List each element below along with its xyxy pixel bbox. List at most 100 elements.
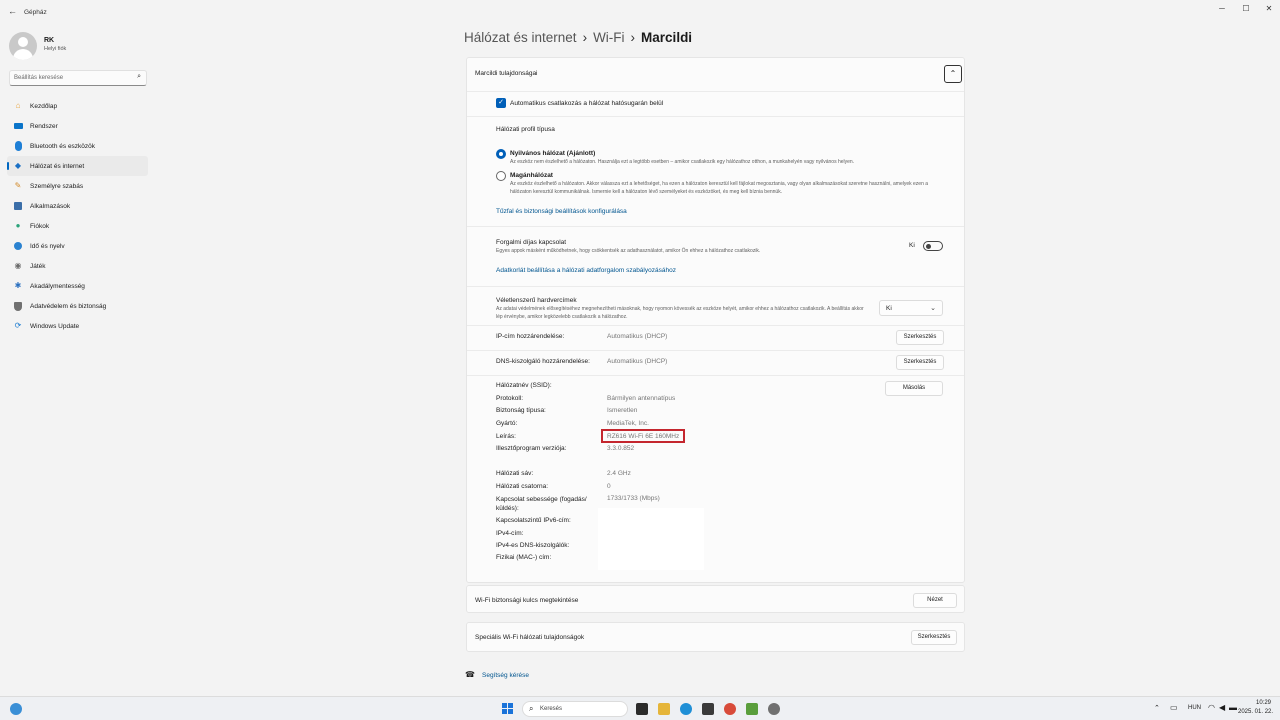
maximize-button[interactable]: ☐ (1236, 4, 1256, 13)
user-subtitle: Helyi fiók (44, 46, 67, 52)
start-icon[interactable] (502, 703, 514, 715)
wifi-icon: ◆ (14, 161, 22, 170)
store-icon[interactable] (702, 703, 714, 715)
taskbar-search[interactable]: ⌕ Keresés (522, 701, 628, 717)
sidebar-item-label: Személyre szabás (30, 183, 84, 190)
sidebar-item-label: Alkalmazások (30, 203, 71, 210)
shield-icon (13, 301, 23, 311)
back-arrow-icon[interactable]: ← (8, 6, 17, 16)
search-icon: ⌕ (137, 73, 141, 80)
copy-button[interactable]: Másolás (885, 381, 943, 396)
divider (467, 226, 964, 227)
sidebar-item-windows-update[interactable]: ⟳ Windows Update (7, 316, 148, 336)
accessibility-icon: ✱ (14, 281, 22, 290)
clock-time[interactable]: 10:29 (1256, 700, 1271, 706)
detail-label: Gyártó: (496, 420, 518, 427)
user-name: RK (44, 37, 55, 44)
ip-edit-button[interactable]: Szerkesztés (896, 330, 944, 345)
sidebar-item-home[interactable]: ⌂ Kezdőlap (7, 96, 148, 116)
advanced-properties-card: Speciális Wi-Fi hálózati tulajdonságok S… (466, 622, 965, 652)
advanced-edit-button[interactable]: Szerkesztés (911, 630, 957, 645)
globe-icon (13, 241, 23, 251)
random-mac-title: Véletlenszerű hardvercímek (496, 297, 577, 304)
title-bar: ← Gépház ─ ☐ ✕ (0, 0, 1280, 24)
app-icon[interactable] (746, 703, 758, 715)
random-mac-select[interactable]: Ki ⌄ (879, 300, 943, 316)
sidebar-item-system[interactable]: Rendszer (7, 116, 148, 136)
sidebar-item-accessibility[interactable]: ✱ Akadálymentesség (7, 276, 148, 296)
auto-connect-checkbox[interactable]: ✓ (496, 98, 506, 108)
detail-value: Ismeretlen (607, 407, 638, 414)
brush-icon: ✎ (14, 181, 22, 190)
clipboard-icon[interactable]: ▭ (1170, 703, 1178, 712)
breadcrumb: Hálózat és internet › Wi-Fi › Marcildi (464, 30, 692, 45)
metered-state: Ki (909, 242, 915, 249)
bluetooth-icon (13, 141, 23, 151)
private-network-desc: Az eszköz észlelhető a hálózaton. Akkor … (510, 181, 929, 195)
language-indicator[interactable]: HUN (1188, 705, 1201, 711)
sidebar-item-gaming[interactable]: ◉ Játék (7, 256, 148, 276)
dns-assignment-value: Automatikus (DHCP) (607, 358, 668, 365)
taskbar-search-placeholder: Keresés (540, 706, 563, 712)
sidebar-item-personalization[interactable]: ✎ Személyre szabás (7, 176, 148, 196)
detail-value: 2.4 GHz (607, 470, 631, 477)
minimize-button[interactable]: ─ (1212, 4, 1232, 13)
breadcrumb-network[interactable]: Hálózat és internet (464, 30, 577, 45)
system-icon (13, 121, 23, 131)
sidebar-item-accounts[interactable]: ● Fiókok (7, 216, 148, 236)
firewall-settings-link[interactable]: Tűzfal és biztonsági beállítások konfigu… (496, 208, 627, 215)
avatar[interactable] (9, 32, 37, 60)
dns-edit-button[interactable]: Szerkesztés (896, 355, 944, 370)
checkmark-icon: ✓ (498, 99, 504, 106)
settings-gear-icon[interactable] (768, 703, 780, 715)
detail-value-description: RZ616 Wi-Fi 6E 160MHz (607, 433, 680, 440)
get-help-link[interactable]: Segítség kérése (482, 672, 529, 679)
chevron-up-icon[interactable]: ⌃ (1154, 704, 1160, 712)
task-view-icon[interactable] (636, 703, 648, 715)
metered-desc: Egyes appok másként működhetnek, hogy cs… (496, 248, 761, 254)
search-placeholder: Beállítás keresése (14, 75, 64, 81)
sidebar-item-time-language[interactable]: Idő és nyelv (7, 236, 148, 256)
close-button[interactable]: ✕ (1259, 4, 1279, 13)
file-explorer-icon[interactable] (658, 703, 670, 715)
sidebar-item-label: Windows Update (30, 323, 80, 330)
page-title: Marcildi (641, 30, 693, 45)
battery-icon[interactable]: ▬ (1229, 703, 1237, 712)
detail-label: IPv4-cím: (496, 530, 524, 537)
metered-toggle[interactable] (923, 241, 943, 251)
random-mac-desc: Az adatai védelmének elősegítéséhez megn… (496, 306, 864, 320)
chrome-icon[interactable] (724, 703, 736, 715)
search-icon: ⌕ (529, 704, 534, 713)
public-network-radio[interactable] (496, 149, 506, 159)
detail-label: Protokoll: (496, 395, 524, 402)
settings-search-input[interactable]: Beállítás keresése ⌕ (9, 70, 147, 86)
clock-date[interactable]: 2025. 01. 22. (1238, 709, 1273, 715)
collapse-button[interactable]: ⌃ (944, 65, 962, 83)
sidebar-item-network[interactable]: ◆ Hálózat és internet (7, 156, 148, 176)
profile-type-title: Hálózati profil típusa (496, 126, 555, 133)
detail-label: Biztonság típusa: (496, 407, 546, 414)
dns-assignment-label: DNS-kiszolgáló hozzárendelése: (496, 358, 590, 365)
edge-icon[interactable] (680, 703, 692, 715)
breadcrumb-wifi[interactable]: Wi-Fi (593, 30, 624, 45)
metered-title: Forgalmi díjas kapcsolat (496, 239, 567, 246)
sidebar-item-label: Kezdőlap (30, 103, 58, 110)
wifi-status-icon[interactable]: ◠ (1208, 703, 1215, 712)
widgets-icon[interactable] (10, 703, 22, 715)
sidebar-item-bluetooth[interactable]: Bluetooth és eszközök (7, 136, 148, 156)
chevron-right-icon: › (582, 30, 588, 45)
random-mac-value: Ki (886, 305, 892, 312)
sidebar-item-apps[interactable]: Alkalmazások (7, 196, 148, 216)
sidebar-item-privacy[interactable]: Adatvédelem és biztonság (7, 296, 148, 316)
sidebar-item-label: Rendszer (30, 123, 58, 130)
sidebar-item-label: Bluetooth és eszközök (30, 143, 96, 150)
view-key-button[interactable]: Nézet (913, 593, 957, 608)
detail-label: Hálózati csatorna: (496, 483, 549, 490)
private-network-radio[interactable] (496, 171, 506, 181)
data-limit-link[interactable]: Adatkorlát beállítása a hálózati adatfor… (496, 267, 676, 274)
chevron-down-icon: ⌄ (930, 305, 936, 312)
volume-icon[interactable]: ◀ (1219, 703, 1225, 712)
account-icon: ● (15, 221, 21, 230)
detail-label: Fizikai (MAC-) cím: (496, 554, 552, 561)
divider (467, 286, 964, 287)
